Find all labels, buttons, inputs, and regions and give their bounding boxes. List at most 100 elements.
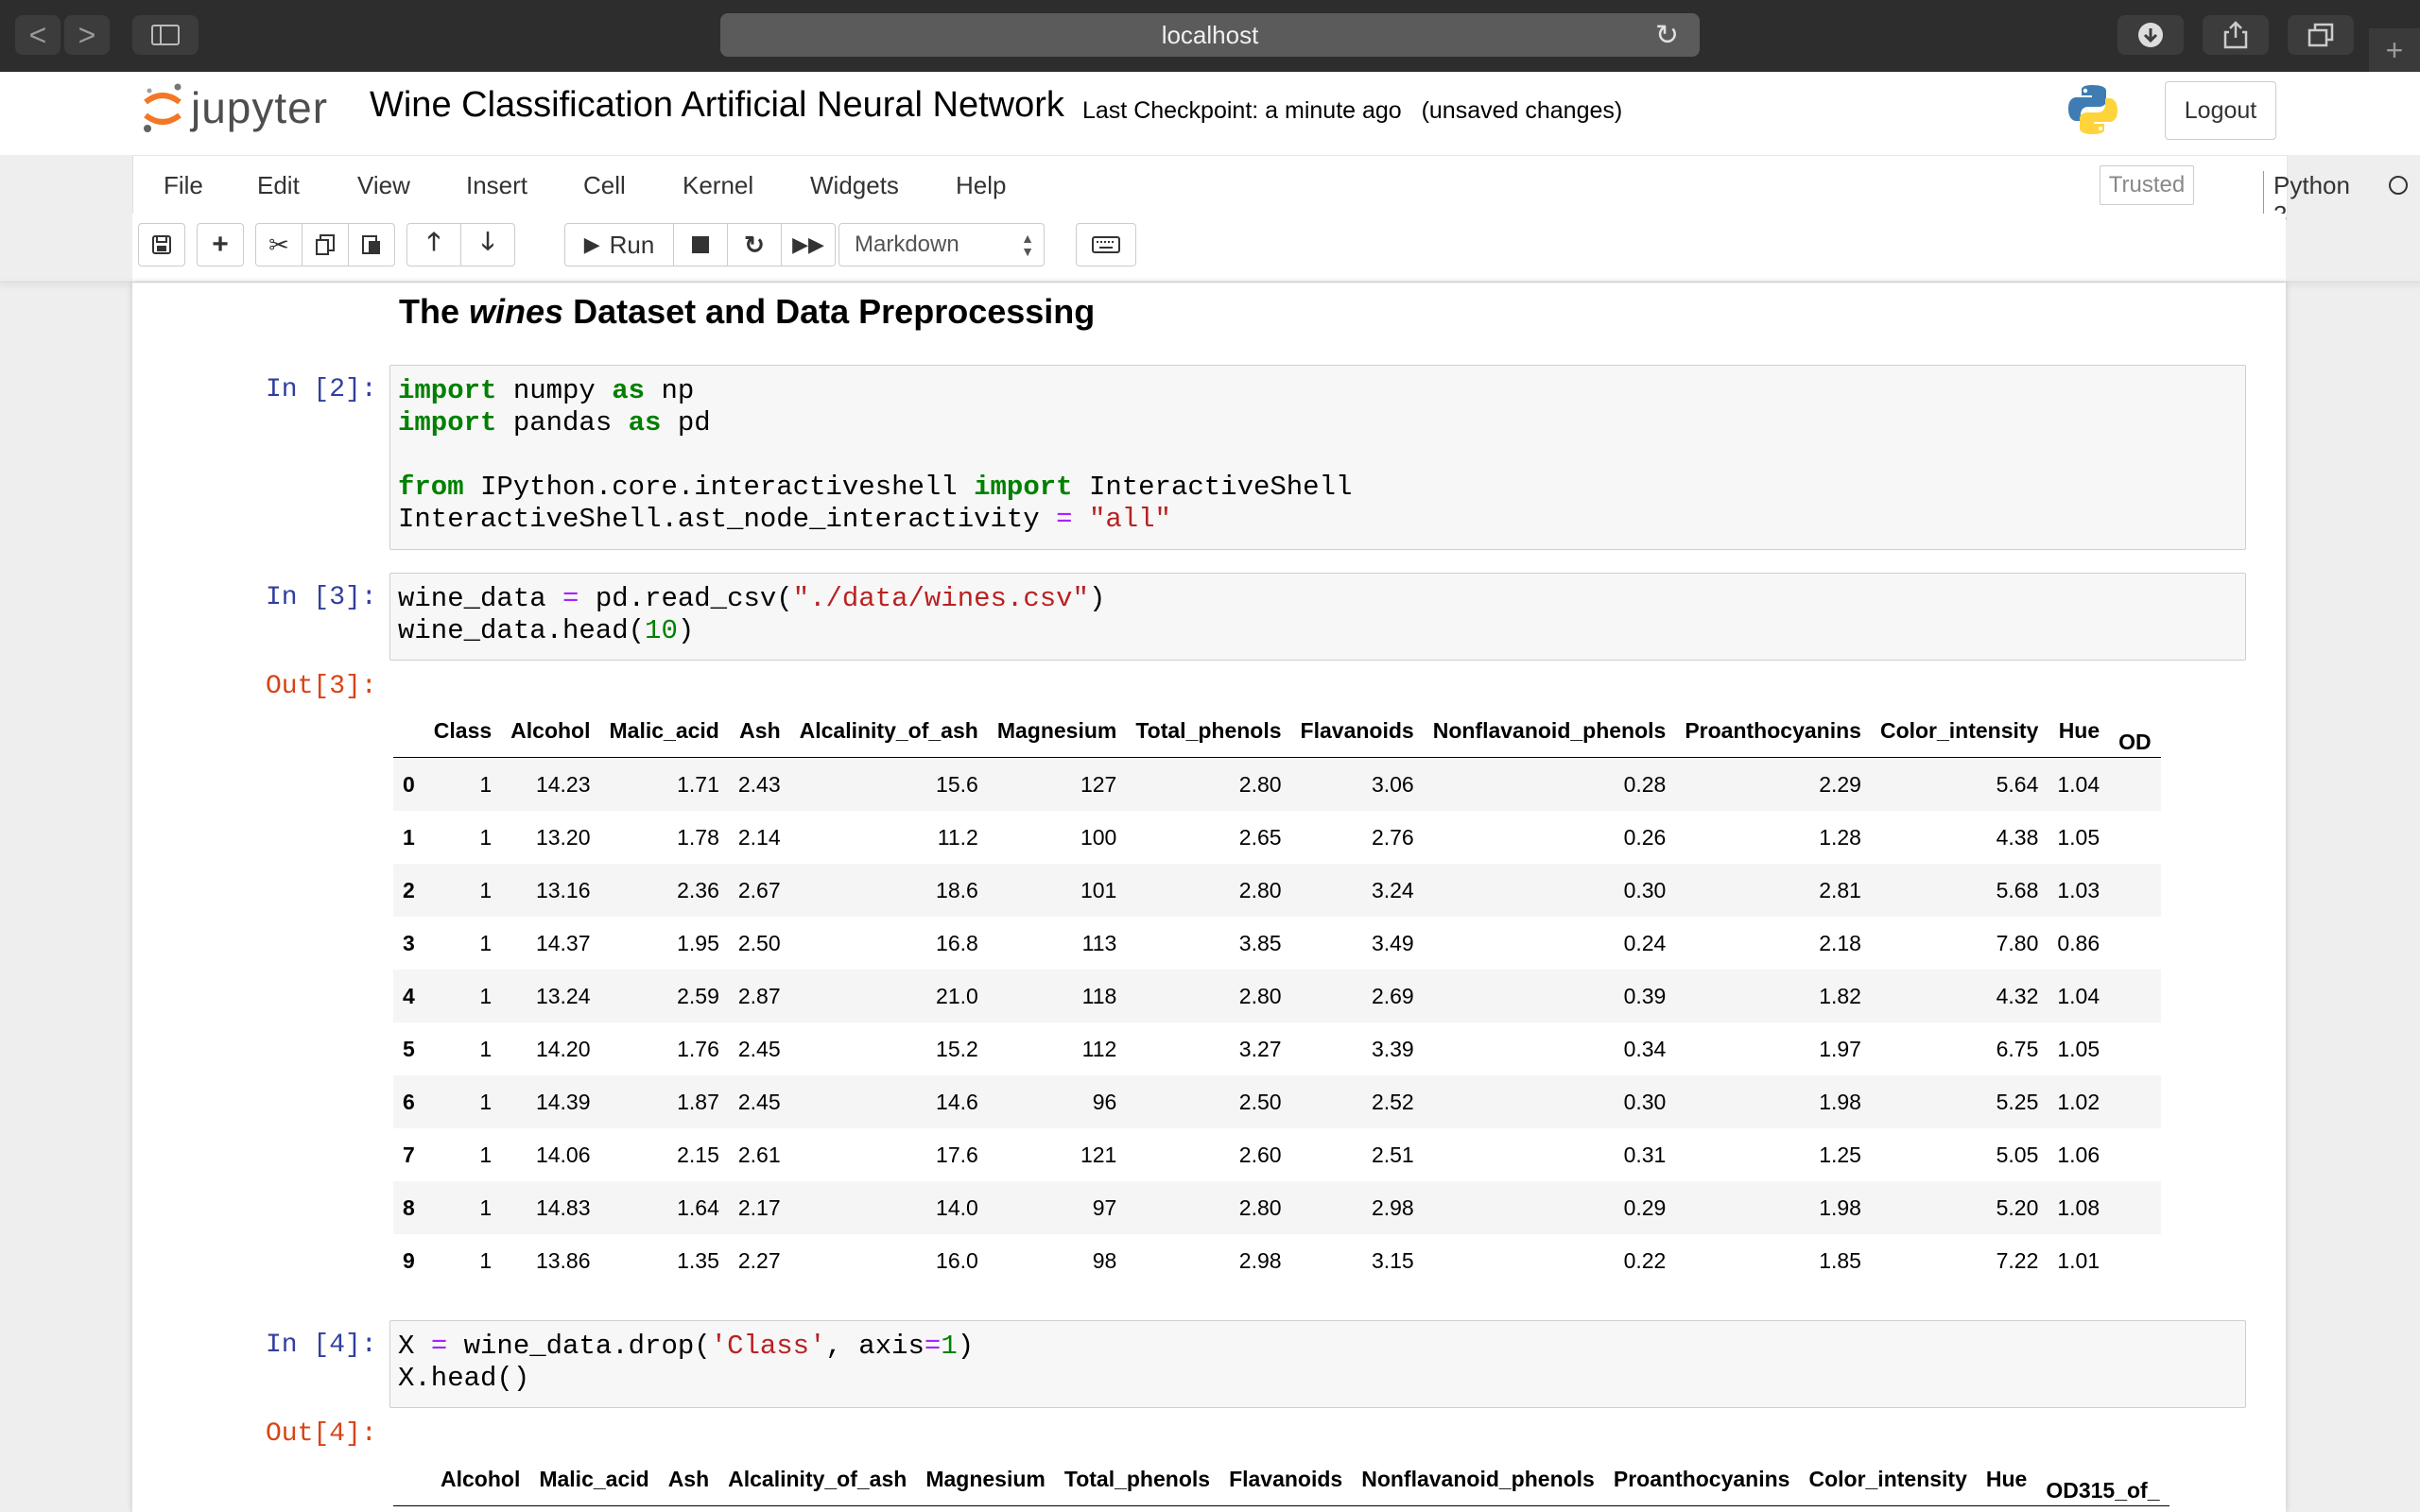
table-cell: 0.34 [1623,1036,1667,1061]
menu-insert[interactable]: Insert [466,171,527,200]
run-label: Run [609,230,655,259]
table-cell [2109,864,2161,917]
table-cell: 98 [1092,1247,1117,1273]
table-cell: 1.02 [2057,1089,2100,1114]
sidebar-toggle-button[interactable] [132,15,199,55]
menu-kernel[interactable]: Kernel [683,171,753,200]
table-cell: 1.28 [1819,824,1861,850]
restart-button[interactable]: ↻ [727,223,782,266]
menu-edit[interactable]: Edit [257,171,300,200]
code-cell-in2[interactable]: import numpy as np import pandas as pd f… [389,365,2246,550]
column-header: Color_intensity [1870,704,2048,758]
column-header: Malic_acid [599,704,729,758]
menu-bar: File Edit View Insert Cell Kernel Widget… [132,155,2408,230]
restart-icon: ↻ [744,230,765,259]
share-button[interactable] [2203,15,2269,55]
table-cell: 1 [479,824,493,850]
move-down-button[interactable]: 🡓 [460,223,515,266]
heading-text-emphasis: wines [469,292,564,331]
table-cell: 2.80 [1238,1194,1282,1220]
copy-button[interactable] [302,223,349,266]
code-cell-in3[interactable]: wine_data = pd.read_csv("./data/wines.cs… [389,573,2246,661]
table-cell: 0.22 [1623,1247,1667,1273]
table-cell: 14.6 [936,1089,978,1114]
column-header: Nonflavanoid_phenols [1423,704,1676,758]
menu-cell[interactable]: Cell [583,171,626,200]
command-palette-button[interactable] [1076,223,1136,266]
downloads-button[interactable] [2118,15,2184,55]
table-cell [2109,970,2161,1022]
notebook-title[interactable]: Wine Classification Artificial Neural Ne… [370,85,1064,126]
row-index: 7 [403,1142,415,1167]
table-cell [2109,1022,2161,1075]
table-cell [2109,1181,2161,1234]
sidebar-icon [151,25,180,45]
cell-type-select[interactable]: Markdown ▲ ▼ [838,223,1045,266]
notebook-header: jupyter Wine Classification Artificial N… [0,72,2420,155]
column-header: Total_phenols [1054,1452,1220,1506]
menu-file[interactable]: File [164,171,203,200]
menu-view[interactable]: View [357,171,410,200]
jupyter-logo[interactable]: jupyter [142,81,328,134]
back-button[interactable]: < [15,15,60,55]
python-logo-icon [2068,85,2118,134]
restart-run-all-button[interactable]: ▶▶ [781,223,836,266]
table-cell: 1.04 [2057,983,2100,1008]
table-cell: 2.81 [1819,877,1861,902]
menu-widgets[interactable]: Widgets [810,171,899,200]
new-tab-button[interactable]: + [2369,28,2420,72]
save-button[interactable] [138,223,185,266]
column-header: Total_phenols [1126,704,1291,758]
table-cell [2109,811,2161,864]
table-cell: 1 [479,1247,493,1273]
copy-icon [316,234,335,255]
table-cell: 13.86 [535,1247,591,1273]
table-cell: 97 [1092,1194,1117,1220]
table-cell: 2.50 [737,930,781,955]
insert-cell-button[interactable]: + [197,223,244,266]
table-cell: 118 [1081,983,1117,1008]
table-cell: 7.80 [1996,930,2039,955]
table-cell: 2.15 [677,1142,719,1167]
paste-button[interactable] [348,223,395,266]
paste-icon [362,235,380,254]
table-cell: 0.39 [1623,983,1667,1008]
table-cell: 2.87 [737,983,781,1008]
column-header: Ash [658,1452,719,1506]
table-cell: 2.65 [1238,824,1282,850]
forward-button[interactable]: > [64,15,110,55]
column-header: Flavanoids [1219,1452,1353,1506]
table-cell: 1.95 [677,930,719,955]
table-cell: 4.32 [1996,983,2039,1008]
table-cell: 15.6 [936,771,978,797]
logo-text: jupyter [191,83,329,132]
table-row: 2 1 13.16 2.36 2.67 18.6 101 2.80 3.24 0.30 2.81 5.… [393,864,2161,917]
markdown-heading[interactable]: The wines Dataset and Data Preprocessing [399,292,1095,332]
row-index: 3 [403,930,415,955]
table-cell: 96 [1092,1089,1117,1114]
table-cell: 1 [479,771,493,797]
trusted-badge[interactable]: Trusted [2100,165,2194,205]
checkpoint-text: Last Checkpoint: a minute ago [1082,97,1402,124]
row-index: 1 [403,824,415,850]
table-cell: 1.25 [1819,1142,1861,1167]
table-cell: 1.35 [677,1247,719,1273]
address-bar[interactable]: localhost ↻ [720,13,1700,57]
table-cell: 2.43 [737,771,781,797]
table-cell [2109,758,2161,812]
table-cell: 2.98 [1238,1247,1282,1273]
interrupt-button[interactable] [673,223,728,266]
tabs-button[interactable] [2288,15,2354,55]
column-header: Hue [1976,1452,2037,1506]
arrow-up-icon: 🡑 [427,227,441,255]
reload-icon[interactable]: ↻ [1655,19,1679,52]
menu-help[interactable]: Help [956,171,1006,200]
logout-button[interactable]: Logout [2165,81,2276,140]
code-cell-in4[interactable]: X = wine_data.drop('Class', axis=1) X.he… [389,1320,2246,1408]
table-cell [2109,1075,2161,1128]
move-up-button[interactable]: 🡑 [406,223,461,266]
cut-button[interactable]: ✂ [255,223,302,266]
run-button[interactable]: ▶ Run [564,223,674,266]
table-row: 9 1 13.86 1.35 2.27 16.0 98 2.98 3.15 0.22 1.85 7.2… [393,1234,2161,1287]
table-cell: 5.05 [1996,1142,2039,1167]
